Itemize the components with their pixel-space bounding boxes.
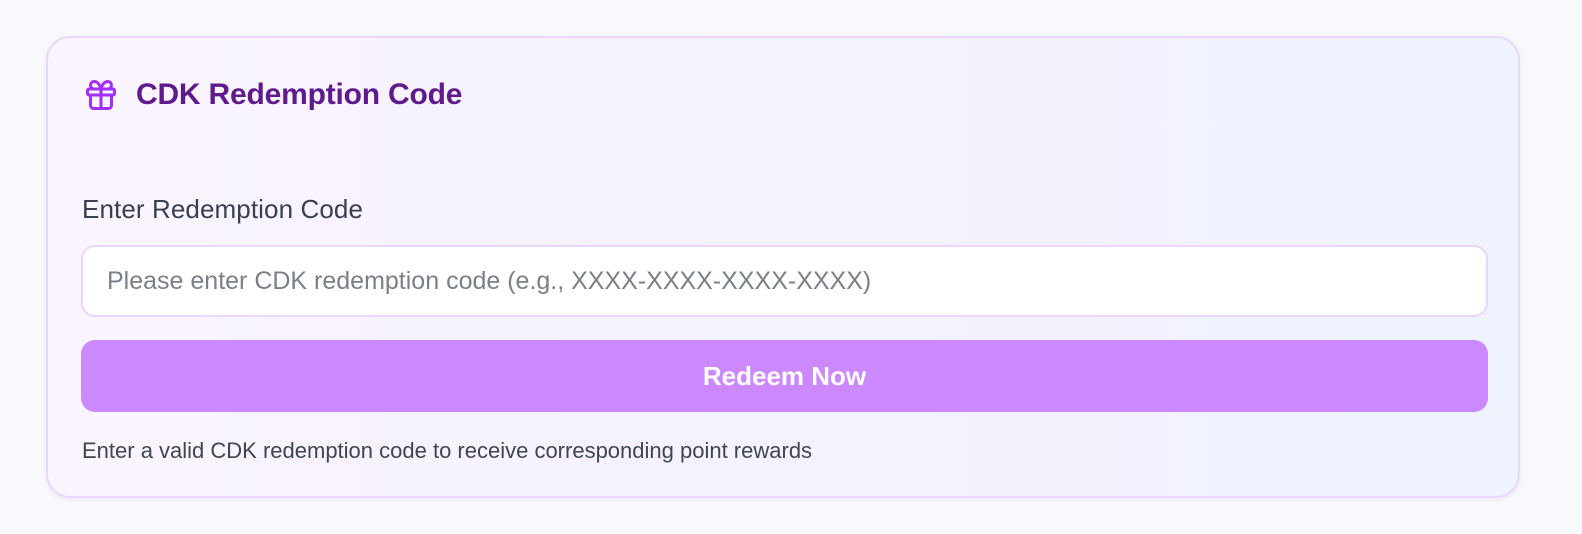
cdk-redemption-card: CDK Redemption Code Enter Redemption Cod… — [46, 36, 1520, 498]
redeem-now-button[interactable]: Redeem Now — [81, 340, 1488, 412]
redemption-code-input[interactable] — [81, 245, 1488, 317]
helper-text: Enter a valid CDK redemption code to rec… — [82, 438, 813, 463]
gift-icon — [82, 76, 120, 114]
card-title: CDK Redemption Code — [136, 78, 463, 111]
redemption-code-label: Enter Redemption Code — [82, 194, 364, 224]
card-header: CDK Redemption Code — [82, 76, 462, 114]
